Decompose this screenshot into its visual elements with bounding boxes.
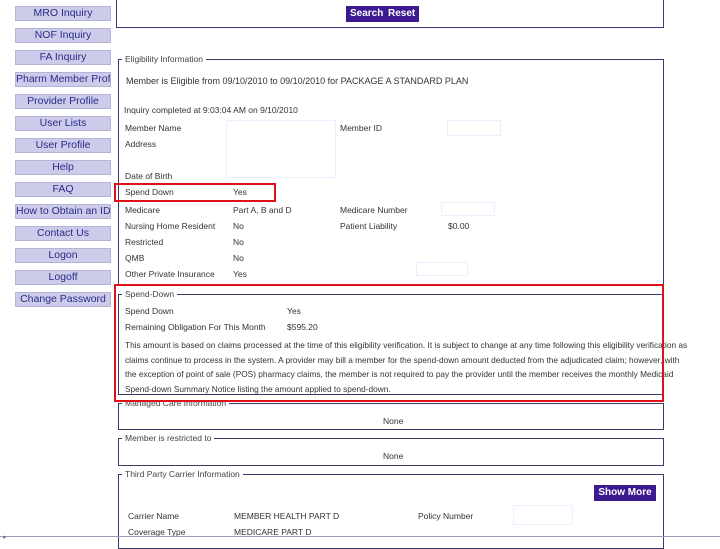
eligibility-legend: Eligibility Information bbox=[125, 54, 203, 64]
restricted-value: No bbox=[233, 237, 244, 247]
sidebar-item-faq[interactable]: FAQ bbox=[15, 182, 111, 197]
sidebar-item-contact-us[interactable]: Contact Us bbox=[15, 226, 111, 241]
address-label: Address bbox=[125, 139, 157, 149]
member-id-label: Member ID bbox=[340, 123, 383, 133]
redacted-member-id bbox=[447, 120, 501, 136]
medicare-value: Part A, B and D bbox=[233, 205, 292, 215]
third-party-fieldset: Third Party Carrier Information bbox=[118, 469, 664, 549]
patient-liability-value: $0.00 bbox=[448, 221, 470, 231]
redacted-policy-number bbox=[513, 505, 573, 525]
nursing-home-value: No bbox=[233, 221, 244, 231]
managed-care-value: None bbox=[383, 416, 404, 426]
eligibility-message: Member is Eligible from 09/10/2010 to 09… bbox=[126, 76, 469, 86]
other-insurance-value: Yes bbox=[233, 269, 247, 279]
sd-spend-down-value: Yes bbox=[287, 306, 301, 316]
other-insurance-label: Other Private Insurance bbox=[125, 269, 215, 279]
sidebar-item-how-to-obtain-id[interactable]: How to Obtain an ID bbox=[15, 204, 111, 219]
inquiry-completed-text: Inquiry completed at 9:03:04 AM on 9/10/… bbox=[124, 105, 298, 115]
third-party-legend: Third Party Carrier Information bbox=[125, 469, 240, 479]
redacted-medicare-number bbox=[441, 202, 495, 216]
restricted-to-legend: Member is restricted to bbox=[125, 433, 212, 443]
sidebar-item-user-profile[interactable]: User Profile bbox=[15, 138, 111, 153]
sidebar-item-help[interactable]: Help bbox=[15, 160, 111, 175]
notice-line: claims continue to process in the system… bbox=[125, 354, 680, 365]
restricted-label: Restricted bbox=[125, 237, 164, 247]
spend-down-value: Yes bbox=[233, 187, 247, 197]
spend-down-notice: This amount is based on claims processed… bbox=[125, 338, 687, 396]
policy-number-label: Policy Number bbox=[418, 511, 474, 521]
sidebar-item-user-lists[interactable]: User Lists bbox=[15, 116, 111, 131]
redacted-insurance-detail bbox=[416, 262, 468, 276]
carrier-name-value: MEMBER HEALTH PART D bbox=[234, 511, 340, 521]
qmb-label: QMB bbox=[125, 253, 145, 263]
qmb-value: No bbox=[233, 253, 244, 263]
search-button[interactable]: Search bbox=[346, 6, 388, 22]
sidebar-item-nof-inquiry[interactable]: NOF Inquiry bbox=[15, 28, 111, 43]
medicare-label: Medicare bbox=[125, 205, 160, 215]
sidebar-item-mro-inquiry[interactable]: MRO Inquiry bbox=[15, 6, 111, 21]
managed-care-legend: Managed Care Information bbox=[125, 398, 227, 408]
search-panel: Search Reset bbox=[116, 0, 664, 28]
sidebar-item-pharm-member-profile[interactable]: Pharm Member Profile bbox=[15, 72, 111, 87]
eligibility-fieldset: Eligibility Information bbox=[118, 54, 664, 285]
remaining-obligation-value: $595.20 bbox=[287, 322, 318, 332]
sidebar-item-logon[interactable]: Logon bbox=[15, 248, 111, 263]
carrier-name-label: Carrier Name bbox=[128, 511, 180, 521]
notice-line: the exception of point of sale (POS) pha… bbox=[125, 369, 674, 379]
status-divider bbox=[0, 536, 720, 537]
sidebar-item-fa-inquiry[interactable]: FA Inquiry bbox=[15, 50, 111, 65]
remaining-obligation-label: Remaining Obligation For This Month bbox=[125, 322, 266, 332]
dob-label: Date of Birth bbox=[125, 171, 173, 181]
restricted-to-fieldset: Member is restricted to bbox=[118, 433, 664, 466]
notice-line: Spend-down Summary Notice listing the am… bbox=[125, 383, 391, 394]
redacted-member-info bbox=[226, 120, 336, 178]
main-content: Search Reset Eligibility Information Mem… bbox=[116, 0, 720, 549]
sidebar-item-provider-profile[interactable]: Provider Profile bbox=[15, 94, 111, 109]
sidebar-item-change-password[interactable]: Change Password bbox=[15, 292, 111, 307]
spend-down-legend: Spend-Down bbox=[125, 289, 175, 299]
notice-line: This amount is based on claims processed… bbox=[125, 340, 688, 350]
spend-down-label: Spend Down bbox=[125, 187, 174, 197]
member-name-label: Member Name bbox=[125, 123, 182, 133]
sidebar-item-logoff[interactable]: Logoff bbox=[15, 270, 111, 285]
medicare-number-label: Medicare Number bbox=[340, 205, 408, 215]
patient-liability-label: Patient Liability bbox=[340, 221, 398, 231]
restricted-to-value: None bbox=[383, 451, 404, 461]
reset-button[interactable]: Reset bbox=[384, 6, 420, 22]
show-more-button[interactable]: Show More bbox=[594, 485, 656, 501]
nursing-home-label: Nursing Home Resident bbox=[125, 221, 216, 231]
sd-spend-down-label: Spend Down bbox=[125, 306, 174, 316]
sidebar-nav: MRO Inquiry NOF Inquiry FA Inquiry Pharm… bbox=[0, 0, 118, 540]
